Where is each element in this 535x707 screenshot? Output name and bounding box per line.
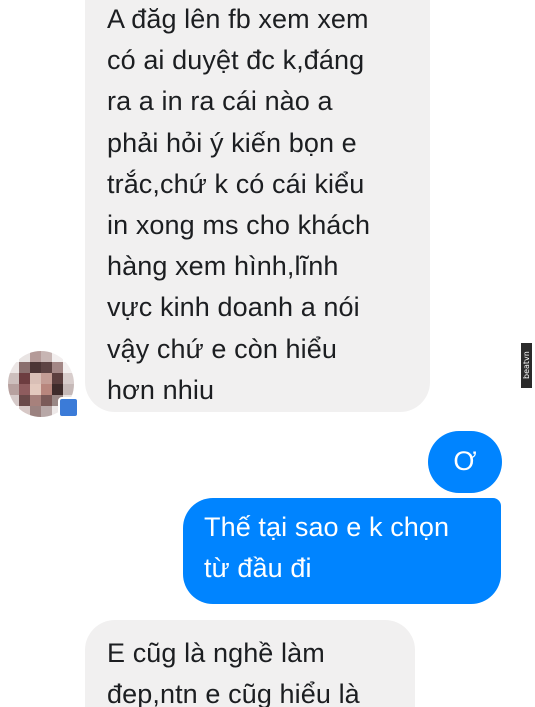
message-thread: A đăg lên fb xem xem có ai duyệt đc k,đá…	[0, 0, 535, 707]
incoming-message-bubble[interactable]: A đăg lên fb xem xem có ai duyệt đc k,đá…	[85, 0, 430, 412]
watermark-label: beatvn	[521, 343, 532, 388]
outgoing-message-bubble[interactable]: Ơ	[428, 431, 502, 493]
outgoing-message-bubble[interactable]: Thế tại sao e k chọn từ đầu đi	[183, 498, 501, 604]
messenger-badge-icon	[58, 397, 79, 418]
incoming-message-bubble[interactable]: E cũg là nghề làm đep,ntn e cũg hiểu là	[85, 620, 415, 707]
contact-avatar[interactable]	[8, 351, 79, 418]
